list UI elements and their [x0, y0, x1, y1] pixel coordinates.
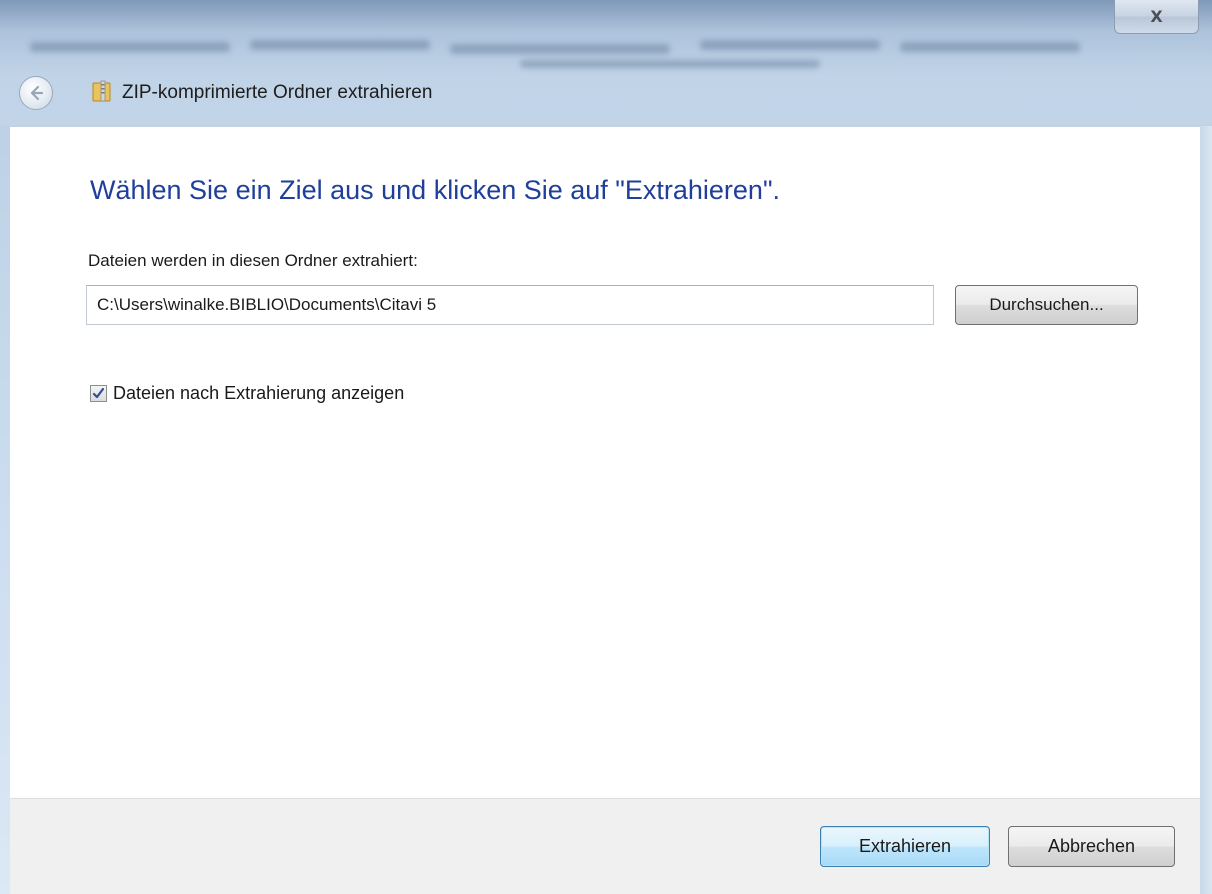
blurred-breadcrumb [250, 40, 430, 50]
window-frame-edge [1200, 126, 1212, 894]
checkmark-icon [92, 387, 105, 399]
dialog-content: Wählen Sie ein Ziel aus und klicken Sie … [10, 126, 1200, 799]
target-folder-input[interactable] [86, 285, 934, 325]
show-files-option[interactable]: Dateien nach Extrahierung anzeigen [90, 383, 404, 404]
back-arrow-icon [30, 85, 44, 101]
back-button[interactable] [19, 76, 53, 110]
target-folder-label: Dateien werden in diesen Ordner extrahie… [88, 251, 418, 270]
close-button[interactable]: X [1114, 0, 1199, 34]
page-heading: Wählen Sie ein Ziel aus und klicken Sie … [90, 175, 781, 205]
cancel-button[interactable]: Abbrechen [1008, 826, 1175, 867]
show-files-label: Dateien nach Extrahierung anzeigen [113, 383, 405, 403]
dialog-footer: Extrahieren Abbrechen [10, 798, 1200, 894]
show-files-checkbox[interactable] [90, 385, 107, 402]
dialog-title: ZIP-komprimierte Ordner extrahieren [122, 82, 433, 103]
blurred-breadcrumb [450, 44, 670, 54]
extract-dialog-window: X ZIP-komprimierte Ordner extrahieren Wä… [0, 0, 1212, 894]
blurred-breadcrumb [520, 60, 820, 68]
blurred-breadcrumb [700, 40, 880, 50]
browse-button[interactable]: Durchsuchen... [955, 285, 1138, 325]
zip-folder-icon [92, 80, 111, 102]
aero-title-background [0, 0, 1212, 125]
close-icon: X [1150, 7, 1163, 26]
extract-button[interactable]: Extrahieren [820, 826, 990, 867]
blurred-breadcrumb [900, 42, 1080, 52]
blurred-breadcrumb [30, 42, 230, 52]
